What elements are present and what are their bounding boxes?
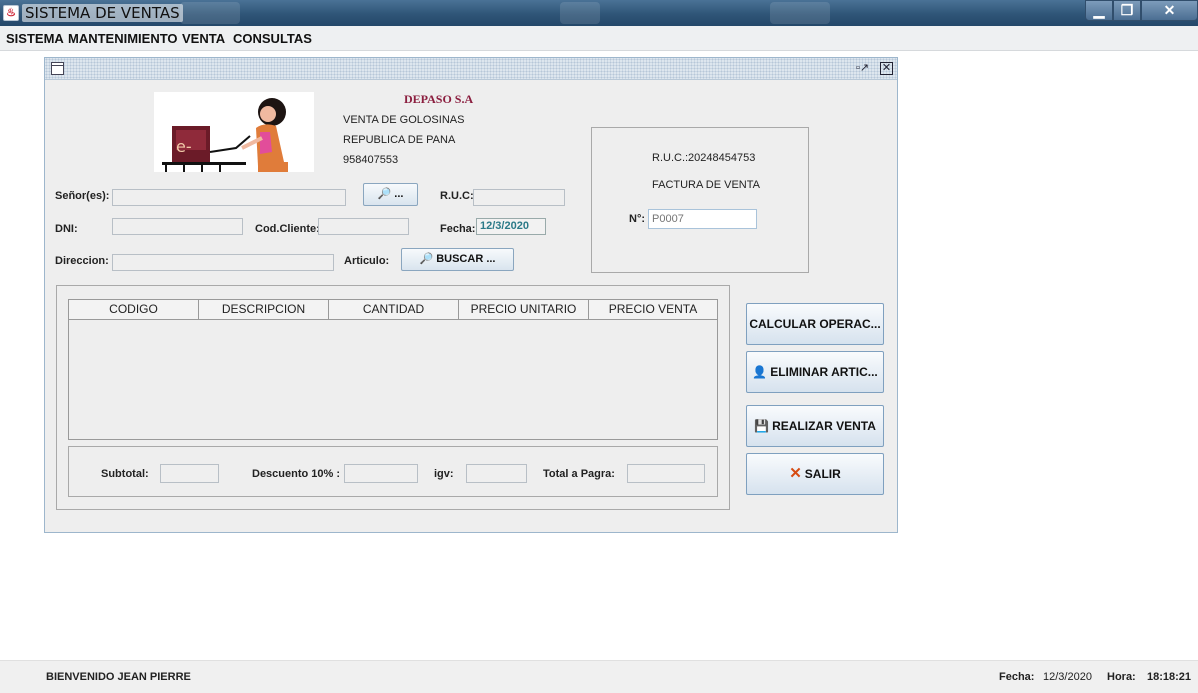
senores-field[interactable] xyxy=(112,189,346,206)
column-header-precio-venta[interactable]: PRECIO VENTA xyxy=(589,300,717,319)
dni-label: DNI: xyxy=(55,223,78,235)
menu-venta[interactable]: VENTA xyxy=(182,31,225,46)
welcome-text: BIENVENIDO JEAN PIERRE xyxy=(46,671,191,683)
subtotal-field[interactable] xyxy=(160,464,219,483)
fecha-label: Fecha: xyxy=(440,223,476,235)
invoice-number-field[interactable] xyxy=(648,209,757,229)
direccion-field[interactable] xyxy=(112,254,334,271)
sales-internal-frame: ▫↗ ✕ e- DEPASO S.A VENTA DE GOLOSINAS RE… xyxy=(44,57,898,533)
column-header-codigo[interactable]: CODIGO xyxy=(69,300,199,319)
descuento-label: Descuento 10% : xyxy=(252,468,341,480)
svg-text:e-: e- xyxy=(176,137,192,156)
company-line-1: VENTA DE GOLOSINAS xyxy=(343,114,465,126)
frame-close-icon[interactable]: ✕ xyxy=(880,62,893,75)
ruc-field[interactable] xyxy=(473,189,565,206)
titlebar-reflection xyxy=(560,2,600,24)
articulo-label: Articulo: xyxy=(344,255,390,267)
invoice-ruc: R.U.C.:20248454753 xyxy=(652,152,756,164)
company-name: DEPASO S.A xyxy=(404,92,474,106)
company-logo: e- xyxy=(154,92,314,172)
internal-frame-titlebar[interactable]: ▫↗ ✕ xyxy=(45,58,897,80)
totals-panel: Subtotal: Descuento 10% : igv: Total a P… xyxy=(68,446,718,497)
window-title: SISTEMA DE VENTAS xyxy=(22,4,183,22)
fecha-field[interactable]: 12/3/2020 xyxy=(476,218,546,235)
status-hora-value: 18:18:21 xyxy=(1147,671,1192,683)
status-fecha-value: 12/3/2020 xyxy=(1043,671,1092,683)
detail-table[interactable]: CODIGO DESCRIPCION CANTIDAD PRECIO UNITA… xyxy=(68,299,718,440)
magnifier-icon: 🔎 xyxy=(377,188,392,200)
igv-field[interactable] xyxy=(466,464,527,483)
subtotal-label: Subtotal: xyxy=(101,468,149,480)
close-window-button[interactable]: ✕ xyxy=(1141,0,1198,21)
frame-menu-icon[interactable] xyxy=(51,62,64,75)
menu-consultas[interactable]: CONSULTAS xyxy=(233,31,312,46)
table-header: CODIGO DESCRIPCION CANTIDAD PRECIO UNITA… xyxy=(69,300,717,320)
dni-field[interactable] xyxy=(112,218,243,235)
salir-button[interactable]: ✕ SALIR xyxy=(746,453,884,495)
ruc-label: R.U.C: xyxy=(440,190,474,202)
maximize-button[interactable]: ❐ xyxy=(1113,0,1141,21)
detail-panel: CODIGO DESCRIPCION CANTIDAD PRECIO UNITA… xyxy=(56,285,730,510)
status-fecha-label: Fecha: xyxy=(999,671,1035,683)
total-label: Total a Pagra: xyxy=(543,468,615,480)
status-hora-label: Hora: xyxy=(1107,671,1136,683)
search-client-button[interactable]: 🔎... xyxy=(363,183,418,206)
direccion-label: Direccion: xyxy=(55,255,109,267)
company-phone: 958407553 xyxy=(343,154,399,166)
buscar-articulo-button[interactable]: 🔎 BUSCAR ... xyxy=(401,248,514,271)
java-app-icon: ♨ xyxy=(3,5,19,21)
iconify-icon[interactable]: ▫↗ xyxy=(856,61,869,74)
window-titlebar: ♨ SISTEMA DE VENTAS ▁ ❐ ✕ xyxy=(0,0,1198,26)
minimize-button[interactable]: ▁ xyxy=(1085,0,1113,21)
close-x-icon: ✕ xyxy=(789,465,802,482)
remove-user-icon: 👤 xyxy=(752,365,768,379)
company-line-2: REPUBLICA DE PANA xyxy=(343,134,456,146)
senores-label: Señor(es): xyxy=(55,190,110,202)
invoice-title: FACTURA DE VENTA xyxy=(652,179,760,191)
column-header-cantidad[interactable]: CANTIDAD xyxy=(329,300,459,319)
status-bar: BIENVENIDO JEAN PIERRE Fecha: 12/3/2020 … xyxy=(0,660,1198,693)
invoice-info-panel: R.U.C.:20248454753 FACTURA DE VENTA N°: xyxy=(591,127,809,273)
menu-bar: SISTEMA MANTENIMIENTO VENTA CONSULTAS xyxy=(0,26,1198,51)
invoice-number-label: N°: xyxy=(629,213,646,225)
realizar-venta-button[interactable]: 💾 REALIZAR VENTA xyxy=(746,405,884,447)
titlebar-reflection xyxy=(180,2,240,24)
descuento-field[interactable] xyxy=(344,464,418,483)
codcliente-field[interactable] xyxy=(318,218,409,235)
column-header-precio-unitario[interactable]: PRECIO UNITARIO xyxy=(459,300,589,319)
igv-label: igv: xyxy=(434,468,454,480)
floppy-disk-icon: 💾 xyxy=(754,419,770,433)
magnifier-icon: 🔎 xyxy=(419,253,434,265)
column-header-descripcion[interactable]: DESCRIPCION xyxy=(199,300,329,319)
eliminar-button[interactable]: 👤 ELIMINAR ARTIC... xyxy=(746,351,884,393)
total-field[interactable] xyxy=(627,464,705,483)
menu-mantenimiento[interactable]: MANTENIMIENTO xyxy=(68,31,178,46)
menu-sistema[interactable]: SISTEMA xyxy=(6,31,64,46)
codcliente-label: Cod.Cliente: xyxy=(255,223,320,235)
titlebar-reflection xyxy=(770,2,830,24)
logo-illustration-icon: e- xyxy=(162,98,288,172)
calcular-button[interactable]: CALCULAR OPERAC... xyxy=(746,303,884,345)
